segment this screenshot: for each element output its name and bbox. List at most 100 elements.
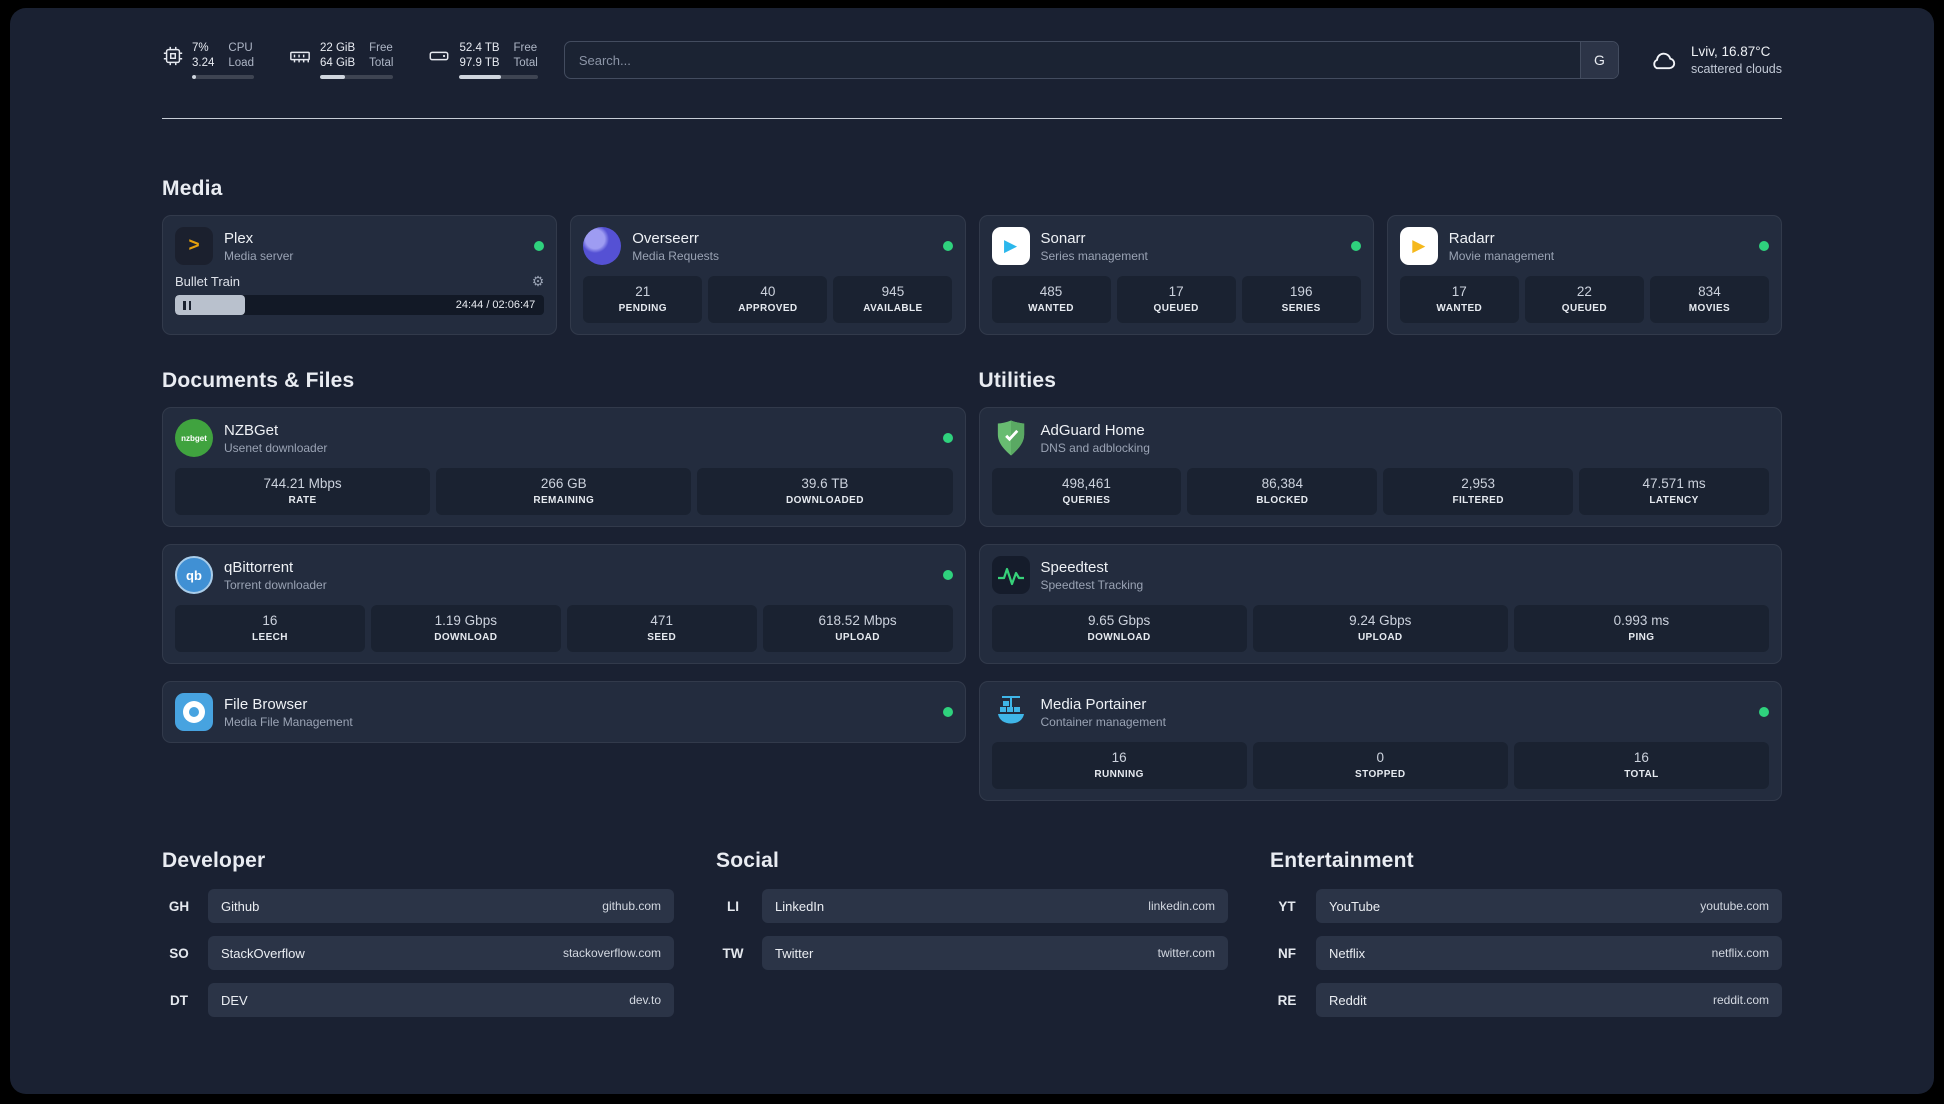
- app-subtitle: Movie management: [1448, 248, 1555, 263]
- bookmark-row: GH Github github.com: [162, 889, 674, 923]
- cpu-widget: 7% 3.24 CPU Load: [162, 41, 254, 79]
- stat-box: 498,461 QUERIES: [991, 468, 1182, 515]
- dashboard: 7% 3.24 CPU Load 22 GiB 64 GiB Free Tota…: [10, 8, 1934, 1094]
- search-bar: G: [563, 41, 1619, 79]
- stat-box: 22 QUEUED: [1524, 276, 1644, 323]
- disk-total-value: 97.9 TB: [459, 57, 500, 69]
- app-card-speedtest[interactable]: Speedtest Speedtest Tracking 9.65 Gbps D…: [978, 544, 1782, 664]
- stat-box: 40 APPROVED: [708, 276, 828, 323]
- app-card-plex[interactable]: > Plex Media server Bullet Train ⚙ 24:44…: [162, 215, 558, 335]
- stat-box: 17 WANTED: [1399, 276, 1519, 323]
- app-name: Sonarr: [1040, 229, 1086, 247]
- bookmark-row: DT DEV dev.to: [162, 983, 674, 1017]
- system-widgets: 7% 3.24 CPU Load 22 GiB 64 GiB Free Tota…: [162, 41, 538, 79]
- app-subtitle: Speedtest Tracking: [1040, 577, 1144, 592]
- bookmark-twitter[interactable]: Twitter twitter.com: [762, 936, 1228, 970]
- ram-total-label: Total: [369, 57, 394, 69]
- weather-widget[interactable]: Lviv, 16.87°C scattered clouds: [1645, 43, 1782, 77]
- app-card-filebrowser[interactable]: File Browser Media File Management: [162, 681, 966, 743]
- bookmark-stackoverflow[interactable]: StackOverflow stackoverflow.com: [208, 936, 674, 970]
- gear-icon[interactable]: ⚙: [532, 273, 545, 290]
- app-subtitle: Usenet downloader: [224, 440, 328, 455]
- app-name: Media Portainer: [1040, 695, 1147, 713]
- app-name: qBittorrent: [224, 558, 294, 576]
- status-dot: [1759, 707, 1769, 717]
- radarr-icon: ▶: [1399, 227, 1438, 265]
- bookmark-abbr: SO: [169, 945, 189, 961]
- section-title-entertainment: Entertainment: [1270, 849, 1414, 872]
- bookmark-abbr: DT: [170, 992, 188, 1008]
- stat-box: 2,953 FILTERED: [1383, 468, 1574, 515]
- stat-box: 485 WANTED: [991, 276, 1111, 323]
- app-card-adguard[interactable]: AdGuard Home DNS and adblocking 498,461 …: [978, 407, 1782, 527]
- stat-box: 16 TOTAL: [1513, 742, 1770, 789]
- bookmark-youtube[interactable]: YouTube youtube.com: [1316, 889, 1782, 923]
- app-subtitle: Series management: [1040, 248, 1148, 263]
- app-card-overseerr[interactable]: Overseerr Media Requests 21 PENDING 40 A…: [570, 215, 966, 335]
- stat-box: 17 QUEUED: [1116, 276, 1236, 323]
- pause-icon[interactable]: [183, 300, 191, 310]
- bookmark-row: RE Reddit reddit.com: [1270, 983, 1782, 1017]
- utilities-column: Utilities AdGuard Home DNS and adblockin…: [978, 369, 1782, 801]
- now-playing-title: Bullet Train: [175, 274, 241, 289]
- playback-time: 24:44 / 02:06:47: [455, 299, 536, 311]
- bookmark-reddit[interactable]: Reddit reddit.com: [1316, 983, 1782, 1017]
- app-card-sonarr[interactable]: ▶ Sonarr Series management 485 WANTED 17…: [978, 215, 1374, 335]
- bookmark-netflix[interactable]: Netflix netflix.com: [1316, 936, 1782, 970]
- bookmark-row: TW Twitter twitter.com: [716, 936, 1228, 970]
- status-dot: [1759, 241, 1769, 251]
- app-subtitle: Media File Management: [224, 714, 353, 729]
- stat-box: 0.993 ms PING: [1513, 605, 1770, 652]
- bookmark-group-developer: Developer GH Github github.com SO StackO…: [162, 849, 674, 1017]
- filebrowser-icon: [175, 693, 213, 731]
- status-dot: [942, 433, 953, 443]
- app-name: Speedtest: [1040, 558, 1109, 576]
- status-dot: [942, 570, 953, 580]
- bookmark-dev[interactable]: DEV dev.to: [208, 983, 674, 1017]
- status-dot: [1350, 241, 1361, 251]
- stat-box: 39.6 TB DOWNLOADED: [697, 468, 953, 515]
- app-name: Overseerr: [632, 229, 699, 247]
- app-card-nzbget[interactable]: nzbget NZBGet Usenet downloader 744.21 M…: [162, 407, 966, 527]
- stat-box: 618.52 Mbps UPLOAD: [762, 605, 953, 652]
- topbar-divider: [162, 118, 1782, 119]
- app-name: Plex: [224, 229, 254, 247]
- search-input[interactable]: [564, 42, 1580, 78]
- stat-box: 21 PENDING: [583, 276, 703, 323]
- app-card-qbittorrent[interactable]: qb qBittorrent Torrent downloader 16 LEE…: [162, 544, 966, 664]
- stat-box: 9.24 Gbps UPLOAD: [1252, 605, 1508, 652]
- bookmark-group-social: Social LI LinkedIn linkedin.com TW Twitt…: [716, 849, 1228, 1017]
- stat-box: 1.19 Gbps DOWNLOAD: [370, 605, 561, 652]
- stat-box: 0 STOPPED: [1252, 742, 1508, 789]
- bookmark-abbr: RE: [1277, 992, 1297, 1008]
- app-subtitle: Torrent downloader: [224, 577, 327, 592]
- bookmark-github[interactable]: Github github.com: [208, 889, 674, 923]
- cpu-label: CPU: [228, 42, 253, 54]
- bookmark-row: LI LinkedIn linkedin.com: [716, 889, 1228, 923]
- status-dot: [942, 241, 953, 251]
- cpu-percent: 7%: [192, 42, 209, 54]
- bookmark-row: SO StackOverflow stackoverflow.com: [162, 936, 674, 970]
- section-title-media: Media: [162, 177, 223, 200]
- section-title-documents: Documents & Files: [162, 369, 355, 392]
- bookmark-linkedin[interactable]: LinkedIn linkedin.com: [762, 889, 1228, 923]
- cpu-load-label: Load: [228, 57, 254, 69]
- portainer-icon: [992, 693, 1030, 731]
- stat-box: 16 RUNNING: [991, 742, 1247, 789]
- cloud-icon: [1645, 45, 1681, 75]
- status-dot: [534, 241, 545, 251]
- search-engine-button[interactable]: G: [1579, 42, 1618, 78]
- playback-progress-bar[interactable]: 24:44 / 02:06:47: [175, 295, 545, 315]
- bookmark-abbr: GH: [168, 898, 190, 914]
- section-title-utilities: Utilities: [978, 369, 1057, 392]
- ram-widget: 22 GiB 64 GiB Free Total: [288, 41, 394, 79]
- documents-column: Documents & Files nzbget NZBGet Usenet d…: [162, 369, 966, 743]
- top-bar: 7% 3.24 CPU Load 22 GiB 64 GiB Free Tota…: [162, 8, 1782, 84]
- app-card-radarr[interactable]: ▶ Radarr Movie management 17 WANTED 22 Q…: [1386, 215, 1782, 335]
- stat-box: 744.21 Mbps RATE: [175, 468, 431, 515]
- app-card-portainer[interactable]: Media Portainer Container management 16 …: [978, 681, 1782, 801]
- status-dot: [942, 707, 953, 717]
- app-name: Radarr: [1448, 229, 1495, 247]
- qbittorrent-icon: qb: [175, 556, 213, 594]
- ram-total-value: 64 GiB: [319, 57, 356, 69]
